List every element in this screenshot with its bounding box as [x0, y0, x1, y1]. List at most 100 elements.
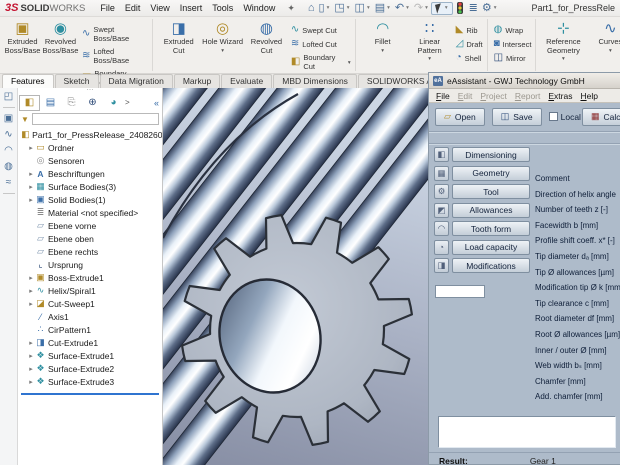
undo-button[interactable]: ↶▾ — [393, 3, 412, 14]
tree-item-surface-extrude3[interactable]: ▸❖Surface-Extrude3 — [18, 375, 162, 388]
expander-icon[interactable]: ▸ — [27, 287, 35, 295]
collapse-panel-icon[interactable]: « — [154, 98, 159, 108]
revolved-cut-button[interactable]: ◍Revolved Cut — [245, 21, 288, 55]
tooth-form-icon[interactable]: ◠ — [434, 221, 449, 236]
shell-button[interactable]: ◔Shell — [456, 53, 483, 63]
dropdown-icon[interactable]: ▾ — [609, 48, 612, 54]
tree-item-cut-sweep1[interactable]: ▸◪Cut-Sweep1 — [18, 297, 162, 310]
local-checkbox[interactable]: Local — [549, 112, 581, 122]
expander-icon[interactable]: ▸ — [27, 170, 35, 178]
view-cube-icon[interactable]: ◰ — [4, 91, 13, 102]
tree-item-cut-extrude1[interactable]: ▸◨Cut-Extrude1 — [18, 336, 162, 349]
tree-item-material[interactable]: ≣Material <not specified> — [18, 206, 162, 219]
tree-item-boss-extrude1[interactable]: ▸▣Boss-Extrude1 — [18, 271, 162, 284]
dimensioning-icon[interactable]: ◧ — [434, 147, 449, 162]
tree-root[interactable]: ◧Part1_for_PressRelease_24082601 (Stan — [18, 128, 162, 141]
menu-insert[interactable]: Insert — [175, 3, 208, 13]
dropdown-icon[interactable]: ▾ — [387, 5, 390, 11]
tree-item-ordner[interactable]: ▸▭Ordner — [18, 141, 162, 154]
display-settings-button[interactable]: ≣ — [467, 3, 480, 14]
tree-filter-input[interactable] — [32, 113, 159, 125]
arc-tool-icon[interactable]: ◠ — [4, 145, 13, 156]
tree-item-ebene-oben[interactable]: ▱Ebene oben — [18, 232, 162, 245]
tab-sketch[interactable]: Sketch — [55, 74, 99, 88]
expander-icon[interactable]: ▸ — [27, 183, 35, 191]
wrap-tool-icon[interactable]: ◍ — [4, 161, 13, 172]
tree-item-ursprung[interactable]: ⌞Ursprung — [18, 258, 162, 271]
tab-feature-tree[interactable]: ◧ — [19, 95, 40, 111]
select-tool-button[interactable]: ▾ — [431, 2, 453, 15]
tree-item-helix-spiral1[interactable]: ▸∿Helix/Spiral1 — [18, 284, 162, 297]
tab-property-manager[interactable]: ▤ — [40, 95, 61, 111]
boundary-cut-button[interactable]: ◧Boundary Cut▾ — [291, 53, 351, 71]
dropdown-icon[interactable]: ▾ — [221, 48, 224, 54]
tab-dimxpert[interactable]: ⊕ — [82, 95, 103, 111]
expander-icon[interactable]: ▸ — [27, 300, 35, 308]
dropdown-icon[interactable]: ▾ — [381, 48, 384, 54]
open-document-button[interactable]: ◳▾ — [332, 3, 352, 14]
allowances-button[interactable]: Allowances — [452, 203, 530, 218]
expander-icon[interactable]: ▸ — [27, 352, 35, 360]
menu-window[interactable]: Window — [238, 3, 280, 13]
dropdown-icon[interactable]: ▾ — [445, 5, 448, 11]
tab-mbd-dimensions[interactable]: MBD Dimensions — [273, 74, 357, 88]
tree-item-cirpattern1[interactable]: ∴CirPattern1 — [18, 323, 162, 336]
checkbox-icon[interactable] — [549, 112, 558, 121]
swept-cut-button[interactable]: ∿Swept Cut — [291, 25, 351, 35]
mirror-button[interactable]: ◫Mirror — [494, 53, 532, 63]
tab-markup[interactable]: Markup — [174, 74, 220, 88]
menu-edit[interactable]: Edit — [120, 3, 146, 13]
expander-icon[interactable]: ▸ — [27, 339, 35, 347]
tree-item-surface-extrude2[interactable]: ▸❖Surface-Extrude2 — [18, 362, 162, 375]
tree-item-surface-bodies[interactable]: ▸▦Surface Bodies(3) — [18, 180, 162, 193]
eassistant-titlebar[interactable]: eA eAssistant - GWJ Technology GmbH — [429, 73, 620, 89]
tree-item-sensoren[interactable]: ◎Sensoren — [18, 154, 162, 167]
tree-item-surface-extrude1[interactable]: ▸❖Surface-Extrude1 — [18, 349, 162, 362]
tab-evaluate[interactable]: Evaluate — [221, 74, 272, 88]
expander-icon[interactable]: ▸ — [27, 378, 35, 386]
extruded-cut-button[interactable]: ◨Extruded Cut — [157, 21, 200, 55]
ea-menu-help[interactable]: Help — [576, 91, 601, 101]
dropdown-icon[interactable]: ▾ — [327, 5, 330, 11]
menu-tools[interactable]: Tools — [207, 3, 238, 13]
new-document-button[interactable]: ▯▾ — [317, 3, 333, 14]
tree-item-ebene-rechts[interactable]: ▱Ebene rechts — [18, 245, 162, 258]
tab-data-migration[interactable]: Data Migration — [100, 74, 173, 88]
sweep-tool-icon[interactable]: ∿ — [4, 129, 12, 140]
print-button[interactable]: ▤▾ — [373, 3, 393, 14]
hole-wizard-button[interactable]: ◎Hole Wizard▾ — [201, 21, 244, 54]
helix-tool-icon[interactable]: ≈ — [6, 177, 12, 188]
graphics-viewport[interactable] — [163, 88, 428, 465]
rebuild-button[interactable] — [453, 2, 467, 14]
tree-item-axis1[interactable]: ⁄Axis1 — [18, 310, 162, 323]
save-button[interactable]: ◫▾ — [353, 3, 373, 14]
tree-item-ebene-vorne[interactable]: ▱Ebene vorne — [18, 219, 162, 232]
ea-menu-extras[interactable]: Extras — [544, 91, 576, 101]
revolved-boss-base-button[interactable]: ◉Revolved Boss/Base — [42, 21, 79, 55]
home-button[interactable]: ⌂ — [306, 3, 317, 14]
tree-item-beschriftungen[interactable]: ▸ABeschriftungen — [18, 167, 162, 180]
dropdown-icon[interactable]: ▾ — [562, 56, 565, 62]
allowances-icon[interactable]: ◩ — [434, 203, 449, 218]
load-capacity-button[interactable]: Load capacity — [452, 240, 530, 255]
lofted-cut-button[interactable]: ≋Lofted Cut — [291, 39, 351, 49]
menu-view[interactable]: View — [145, 3, 174, 13]
dropdown-icon[interactable]: ▾ — [428, 56, 431, 62]
extruded-boss-base-button[interactable]: ▣Extruded Boss/Base — [4, 21, 41, 55]
dropdown-icon[interactable]: ▾ — [348, 60, 351, 66]
tab-configuration-manager[interactable]: ⎘ — [61, 95, 82, 111]
intersect-button[interactable]: ◙Intersect — [494, 39, 532, 49]
more-tabs-icon[interactable]: > — [125, 98, 130, 107]
fillet-button[interactable]: ◠Fillet▾ — [360, 21, 406, 54]
modifications-icon[interactable]: ◨ — [434, 258, 449, 273]
options-button[interactable]: ⚙▾ — [480, 3, 500, 14]
dimensioning-button[interactable]: Dimensioning — [452, 147, 530, 162]
dropdown-icon[interactable]: ▾ — [347, 5, 350, 11]
tool-icon[interactable]: ⚙ — [434, 184, 449, 199]
modifications-button[interactable]: Modifications — [452, 258, 530, 273]
message-listbox[interactable] — [438, 416, 616, 448]
linear-pattern-button[interactable]: ∷Linear Pattern▾ — [407, 21, 453, 62]
dropdown-icon[interactable]: ▾ — [406, 5, 409, 11]
tooth-form-button[interactable]: Tooth form — [452, 221, 530, 236]
curves-button[interactable]: ∿Curves▾ — [587, 21, 620, 54]
